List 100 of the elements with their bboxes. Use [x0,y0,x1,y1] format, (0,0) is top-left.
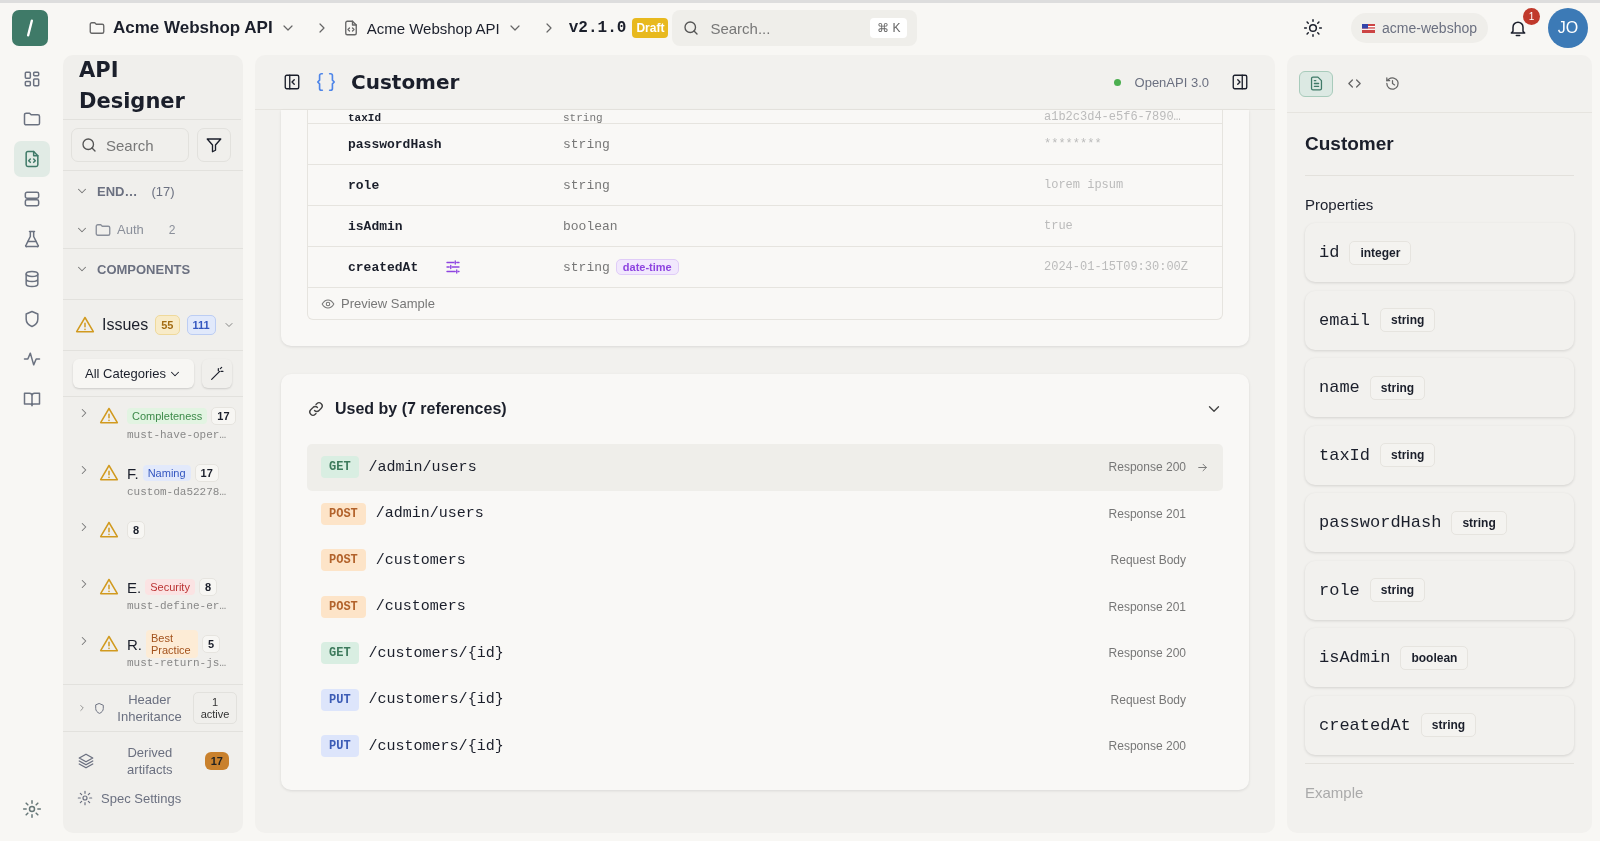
warning-icon [99,634,119,654]
header-inheritance-row[interactable]: Header Inheritance 1 active [63,684,243,732]
property-card[interactable]: passwordHash string [1305,493,1574,552]
rule-name: must-define-er… [127,600,227,612]
property-card[interactable]: createdAt string [1305,695,1574,755]
property-name: taxId [348,112,381,123]
shield-icon [93,701,106,715]
category-tag: Best Practice [146,630,198,658]
link-icon [307,400,325,418]
search-field[interactable]: Search [71,128,189,162]
reference-row[interactable]: PUT /customers/{id} Request Body [307,676,1223,723]
folder-icon [21,109,42,129]
issue-count: 8 [127,521,146,539]
issue-count: 17 [211,407,236,425]
notification-count: 1 [1523,8,1540,25]
property-type: string [563,136,610,152]
category-tag: Security [145,579,195,595]
filter-button[interactable] [197,128,231,162]
info-count: 111 [186,315,216,335]
book-icon [21,389,42,409]
breadcrumb-item[interactable]: Acme Webshop API [88,18,296,38]
category-tag: Completeness [127,408,208,424]
format-tag: date-time [615,259,679,275]
category-dropdown[interactable]: All Categories [73,359,194,388]
example-value: a1b2c3d4-e5f6-7890… [1044,110,1182,123]
reference-row[interactable]: POST /customers Response 201 [307,583,1223,630]
property-card[interactable]: email string [1305,290,1574,350]
sliders-icon[interactable] [444,258,463,276]
type-tag: string [1380,443,1436,467]
property-name: createdAt [348,259,419,275]
artifact-count: 17 [204,752,229,770]
property-name: passwordHash [348,136,442,152]
preview-sample-link[interactable]: Preview Sample [307,288,1223,320]
issue-count: 5 [202,635,221,653]
user-avatar[interactable]: JO [1548,8,1588,48]
property-type: string [563,259,610,275]
reference-row[interactable]: POST /customers Request Body [307,537,1223,584]
issue-title: E. [127,578,142,596]
property-card[interactable]: id integer [1305,223,1574,282]
property-card[interactable]: isAdmin boolean [1305,628,1574,687]
method-badge: GET [321,642,359,665]
spec-settings-link[interactable]: Spec Settings [63,784,243,812]
type-tag: string [1420,713,1477,737]
method-badge: GET [321,456,359,479]
property-type: string [563,112,603,123]
eye-icon [321,296,335,311]
section-label: Properties [1305,196,1375,213]
section-label: Example [1305,784,1365,801]
folder-icon [88,19,106,37]
method-badge: POST [321,549,366,572]
derived-artifacts-link[interactable]: Derived artifacts 17 [63,732,243,784]
breadcrumb-item[interactable]: Acme Webshop API [341,19,523,37]
property-card[interactable]: name string [1305,358,1574,417]
flag-icon [1362,23,1376,33]
reference-row[interactable]: GET /customers/{id} Response 200 [307,630,1223,677]
method-badge: POST [321,595,366,618]
search-input[interactable]: Search [104,135,180,155]
property-type: string [563,177,610,193]
reference-row[interactable]: GET /admin/users Response 200 [307,444,1223,491]
type-tag: string [1369,578,1426,602]
app-logo[interactable] [12,10,48,46]
warning-icon [99,406,119,426]
warning-icon [99,520,119,540]
schema-title: Customer [351,70,460,94]
section-header[interactable]: END… (17) [63,171,243,211]
example-value: 2024-01-15T09:30:00Z [1044,260,1190,274]
property-card[interactable]: role string [1305,560,1574,620]
collapse-sidebar-icon[interactable] [283,73,301,91]
issue-count: 8 [198,578,218,596]
type-tag: string [1380,308,1436,332]
nav-button[interactable] [13,141,50,177]
reference-row[interactable]: POST /admin/users Response 201 [307,490,1223,537]
chevron-right-icon [77,703,87,713]
toggle-panel-icon[interactable] [1231,73,1249,91]
issues-heading: Issues [102,316,149,334]
filter-icon [205,136,223,154]
history-icon [1383,75,1401,92]
section-header[interactable]: COMPONENTS [63,249,243,289]
search-input[interactable]: Search... [708,18,863,38]
search-icon [80,136,98,154]
braces-icon [315,71,337,93]
example-value: ******** [1044,137,1103,151]
reference-row[interactable]: PUT /customers/{id} Response 200 [307,723,1223,770]
issue-count: 17 [194,464,219,482]
view-tab[interactable] [1299,70,1333,97]
status-badge: Draft [632,18,669,38]
warning-count: 55 [155,315,180,335]
search-field[interactable]: Search... ⌘ K [672,10,918,46]
theme-toggle-icon[interactable] [1303,18,1324,38]
workspace-selector[interactable]: acme-webshop [1351,13,1488,43]
method-badge: POST [321,502,366,525]
shortcut-hint: ⌘ K [870,18,908,38]
inspector-title: Customer [1305,133,1395,156]
example-value: true [1044,219,1074,233]
magic-wand-icon [208,365,225,382]
property-card[interactable]: taxId string [1305,425,1574,485]
version-label: v2.1.0 [568,19,627,37]
rule-name: custom-da52278… [127,486,227,498]
warning-icon [99,577,119,597]
property-name: role [348,177,380,193]
